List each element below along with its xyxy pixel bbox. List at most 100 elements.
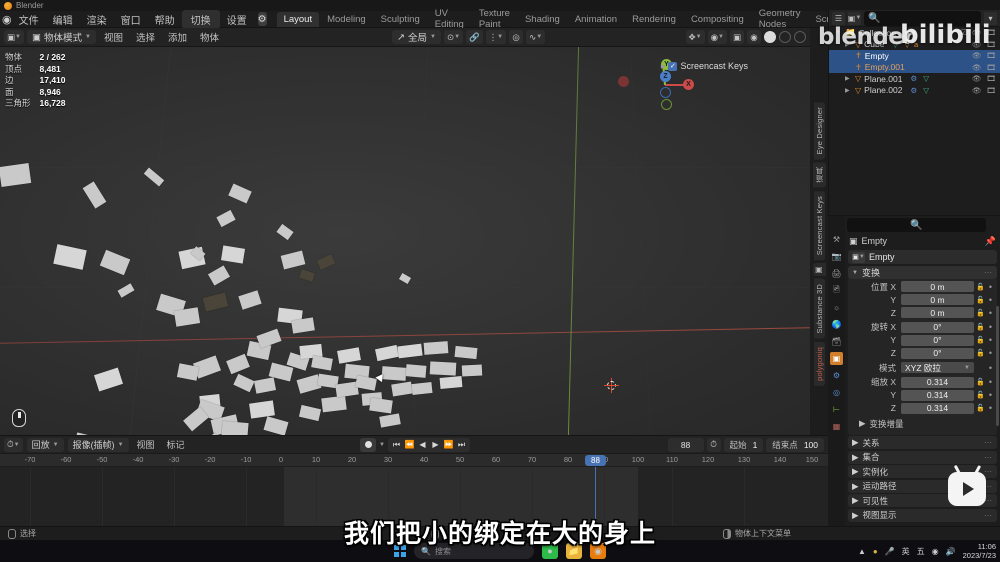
blender-menu-icon[interactable]: ◉ xyxy=(2,12,12,26)
viewport-menu-object[interactable]: 物体 xyxy=(195,30,224,44)
animate-dot-icon[interactable]: • xyxy=(987,377,994,387)
3d-viewport[interactable]: 物体 2 / 262 顶点 8,481 边 17,410 面 8,946 三角形… xyxy=(0,47,810,435)
world-icon[interactable]: 🌎 xyxy=(830,318,843,331)
timeline-ruler[interactable]: -70 -60 -50 -40 -30 -20 -10 0 10 20 30 4… xyxy=(0,454,828,467)
tab-compositing[interactable]: Compositing xyxy=(684,12,751,27)
outliner-row-empty-001[interactable]: ✝ Empty.001 👁 🎞 xyxy=(829,61,1000,73)
next-keyframe-icon[interactable]: ⏩ xyxy=(442,438,455,452)
mesh-data-icon[interactable]: ▽ xyxy=(923,74,929,83)
tab-modeling[interactable]: Modeling xyxy=(320,12,373,27)
object-name-field[interactable]: ▣ ▼ Empty xyxy=(848,250,997,264)
outliner-row-empty[interactable]: ✝ Empty 👁 🎞 xyxy=(829,50,1000,62)
menu-switch[interactable]: 切换 xyxy=(181,9,220,29)
shading-rendered-icon[interactable] xyxy=(794,31,806,43)
snap-target-icon[interactable]: ⋮ ▼ xyxy=(485,30,507,44)
display-mode-icon[interactable]: ▣ ▼ xyxy=(848,11,861,25)
gizmo-axis-neg-y[interactable] xyxy=(661,99,672,110)
lock-icon[interactable]: 🔓 xyxy=(976,336,985,344)
sidebar-tab-substance-3d[interactable]: Substance 3D xyxy=(813,279,825,339)
menu-help[interactable]: 帮助 xyxy=(148,10,182,29)
rotation-z-field[interactable]: 0° xyxy=(901,347,974,359)
outliner-icon[interactable]: ☰ xyxy=(832,11,845,25)
delta-transform-subpanel[interactable]: ▶ 变换增量 xyxy=(851,416,994,432)
timeline-menu-view[interactable]: 视图 xyxy=(133,438,159,451)
tool-icon[interactable]: ⚒ xyxy=(830,233,843,246)
scene-icon[interactable]: ☼ xyxy=(830,301,843,314)
physics-icon[interactable]: ⚙ xyxy=(910,86,917,95)
gizmo-axis-x[interactable]: X xyxy=(683,79,694,90)
play-icon[interactable]: ▶ xyxy=(429,438,442,452)
data-icon[interactable]: ▦ xyxy=(830,420,843,433)
object-mode-selector[interactable]: ▣ 物体模式 ▼ xyxy=(26,30,96,44)
animate-dot-icon[interactable]: • xyxy=(987,390,994,400)
menu-render[interactable]: 渲染 xyxy=(80,10,114,29)
view-layer-icon[interactable]: 🖻 xyxy=(830,284,843,297)
animate-dot-icon[interactable]: • xyxy=(987,282,994,292)
lock-icon[interactable]: 🔓 xyxy=(976,309,985,317)
outliner-row-plane-001[interactable]: ▶ ▽ Plane.001 ⚙ ▽ 👁 🎞 xyxy=(829,73,1000,85)
location-y-field[interactable]: 0 m xyxy=(901,294,974,306)
play-reverse-icon[interactable]: ◀ xyxy=(416,438,429,452)
lock-icon[interactable]: 🔓 xyxy=(976,391,985,399)
eye-icon[interactable]: 👁 xyxy=(972,86,982,95)
transform-orientation-selector[interactable]: ↗ 全局 ▼ xyxy=(392,30,441,44)
physics-icon[interactable]: ◎ xyxy=(830,386,843,399)
constraint-icon[interactable]: ⊢ xyxy=(830,403,843,416)
menu-window[interactable]: 窗口 xyxy=(114,10,148,29)
editor-type-icon[interactable]: ▣ ▼ xyxy=(4,30,24,44)
eye-icon[interactable]: 👁 xyxy=(972,63,982,72)
eye-icon[interactable]: 👁 xyxy=(972,51,982,60)
screencast-keys-checkbox[interactable]: ✓ xyxy=(668,61,678,71)
timeline-icon[interactable]: ⏱ ▼ xyxy=(4,437,23,452)
lock-icon[interactable]: 🔓 xyxy=(976,323,985,331)
tab-layout[interactable]: Layout xyxy=(276,11,320,27)
outliner-row-plane-002[interactable]: ▶ ▽ Plane.002 ⚙ ▽ 👁 🎞 xyxy=(829,85,1000,97)
object-props-icon[interactable]: ▣ xyxy=(830,352,843,365)
animate-dot-icon[interactable]: • xyxy=(987,308,994,318)
camera-icon[interactable]: 🎞 xyxy=(986,86,996,95)
falloff-curve-icon[interactable]: ∿ ▼ xyxy=(526,30,546,44)
animate-dot-icon[interactable]: • xyxy=(987,348,994,358)
animate-dot-icon[interactable]: • xyxy=(987,363,994,373)
rotation-x-field[interactable]: 0° xyxy=(901,321,974,333)
menu-settings[interactable]: 设置 xyxy=(220,10,254,29)
lock-icon[interactable]: 🔓 xyxy=(976,349,985,357)
location-z-field[interactable]: 0 m xyxy=(901,307,974,319)
x-ray-icon[interactable]: ▣ xyxy=(729,30,744,44)
tab-animation[interactable]: Animation xyxy=(568,12,624,27)
shading-wireframe-icon[interactable]: ◉ xyxy=(747,30,761,44)
output-icon[interactable]: 🖨 xyxy=(830,267,843,280)
sidebar-tab-screencast-keys[interactable]: Screencast Keys xyxy=(813,190,825,261)
transform-panel-header[interactable]: ▼ 变换 ⋯ xyxy=(848,266,997,279)
gizmo-icon[interactable]: ✥ ▼ xyxy=(685,30,705,44)
relations-panel[interactable]: ▶ 关系 ⋯ xyxy=(848,436,997,449)
sidebar-tab-props[interactable]: 道具 xyxy=(812,162,826,188)
screencast-keys-panel[interactable]: ▶ ✓ Screencast Keys xyxy=(661,61,748,71)
gizmo-axis-neg-x[interactable] xyxy=(618,76,629,87)
properties-search-input[interactable]: 🔍 xyxy=(847,218,986,232)
tab-sculpting[interactable]: Sculpting xyxy=(374,12,427,27)
keying-menu[interactable]: 报像(插帧) ▼ xyxy=(67,437,129,452)
camera-icon[interactable]: 🎞 xyxy=(986,63,996,72)
magnet-icon[interactable]: 🔗 xyxy=(466,30,483,44)
viewport-menu-select[interactable]: 选择 xyxy=(131,30,160,44)
lock-icon[interactable]: 🔓 xyxy=(976,378,985,386)
lock-icon[interactable]: 🔓 xyxy=(976,283,985,291)
clock-icon[interactable]: ⏱ xyxy=(706,437,721,452)
pivot-point-icon[interactable]: ⊙ ▼ xyxy=(443,30,464,44)
playback-menu[interactable]: 回放 ▼ xyxy=(26,437,64,452)
lock-icon[interactable]: 🔓 xyxy=(976,404,985,412)
gear-icon[interactable]: ⚙ xyxy=(257,12,267,26)
shading-solid-icon[interactable] xyxy=(764,31,776,43)
overlays-icon[interactable]: ◉ ▼ xyxy=(707,30,727,44)
rotation-y-field[interactable]: 0° xyxy=(901,334,974,346)
start-frame-field[interactable]: 起始 1 xyxy=(723,437,764,452)
scale-y-field[interactable]: 0.314 xyxy=(901,389,974,401)
timeline-menu-marker[interactable]: 标记 xyxy=(163,438,189,451)
mesh-data-icon[interactable]: ▽ xyxy=(923,86,929,95)
pin-icon[interactable]: 📌 xyxy=(985,236,996,247)
shading-material-icon[interactable] xyxy=(779,31,791,43)
physics-icon[interactable]: ⚙ xyxy=(910,74,917,83)
gizmo-axis-neg-z[interactable] xyxy=(660,87,671,98)
prev-keyframe-icon[interactable]: ⏪ xyxy=(403,438,416,452)
